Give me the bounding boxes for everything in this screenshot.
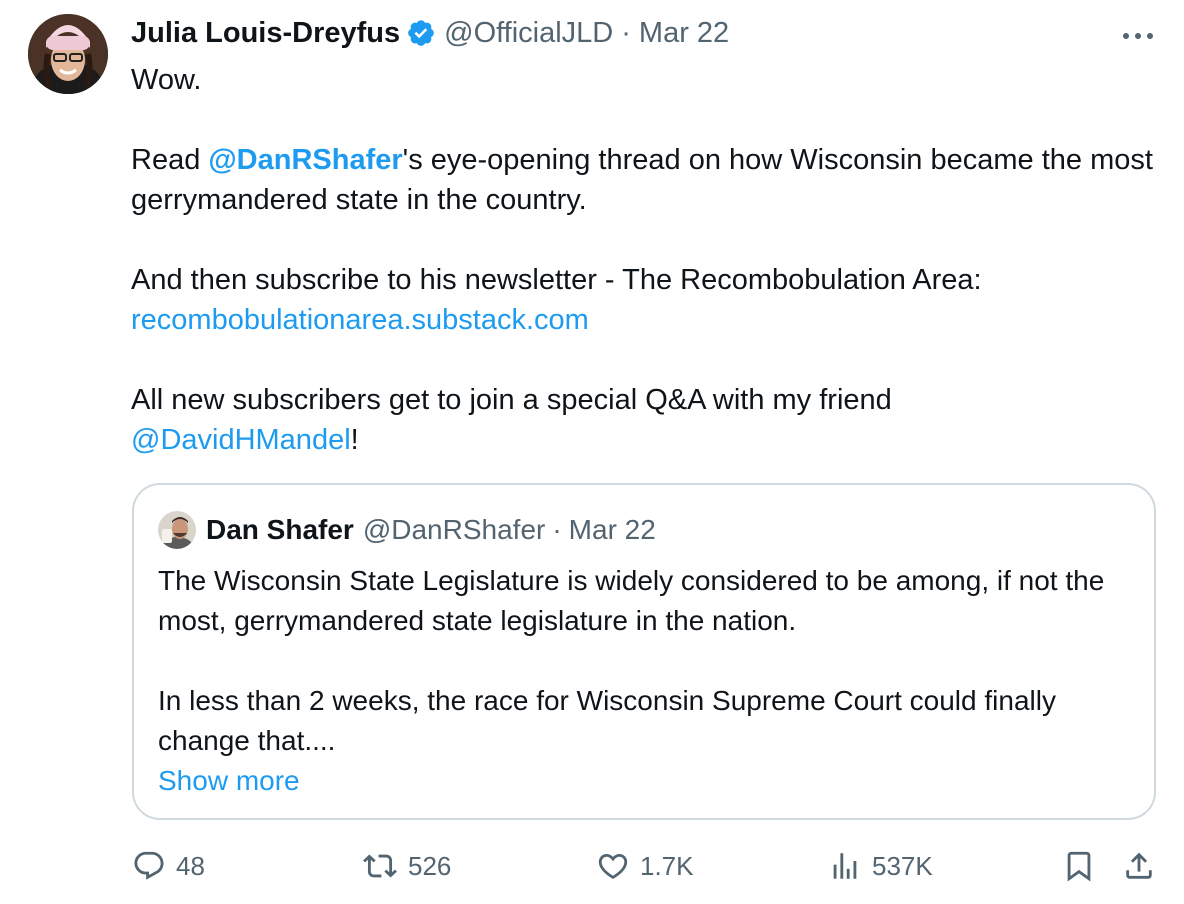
share-button[interactable] (1122, 840, 1156, 892)
separator-dot: · (552, 514, 562, 545)
like-count: 1.7K (640, 850, 694, 881)
quoted-author-handle[interactable]: @DanRShafer (363, 514, 546, 546)
more-options-icon[interactable] (1118, 24, 1158, 48)
quoted-tweet-text: The Wisconsin State Legislature is widel… (158, 561, 1138, 801)
text-segment: ! (350, 424, 359, 456)
tweet-paragraph-4: All new subscribers get to join a specia… (131, 380, 1161, 460)
views-button[interactable]: 537K (828, 840, 933, 892)
author-avatar[interactable] (28, 14, 108, 94)
quoted-author-avatar[interactable] (158, 511, 196, 549)
text-segment: Read (131, 144, 209, 176)
newsletter-link[interactable]: recombobulationarea.substack.com (131, 304, 589, 336)
repost-count: 526 (408, 850, 452, 881)
author-handle[interactable]: @OfficialJLD (444, 17, 613, 50)
reply-icon (132, 849, 166, 883)
text-segment: And then subscribe to his newsletter - T… (131, 264, 982, 296)
bookmark-icon (1062, 849, 1096, 883)
quoted-tweet-date[interactable]: Mar 22 (569, 514, 656, 546)
mention-link[interactable]: @DanRShafer (208, 144, 402, 176)
quoted-paragraph-1: The Wisconsin State Legislature is widel… (158, 565, 1105, 636)
repost-icon (362, 849, 398, 883)
reply-button[interactable]: 48 (132, 840, 205, 892)
tweet-action-bar: 48 526 1.7K 537K (0, 840, 1184, 892)
views-icon (828, 849, 862, 883)
like-button[interactable]: 1.7K (596, 840, 694, 892)
author-name[interactable]: Julia Louis-Dreyfus (131, 17, 400, 50)
mention-link[interactable]: @DavidHMandel (131, 424, 351, 456)
quoted-author-name[interactable]: Dan Shafer (206, 514, 354, 546)
show-more-link[interactable]: Show more (158, 761, 1138, 801)
heart-icon (596, 849, 630, 883)
views-count: 537K (872, 850, 933, 881)
tweet-line-1: Wow. (131, 64, 202, 96)
text-segment: All new subscribers get to join a specia… (131, 384, 892, 416)
tweet-text: Wow. Read @DanRShafer's eye-opening thre… (131, 60, 1161, 460)
quoted-paragraph-2: In less than 2 weeks, the race for Wisco… (158, 685, 1056, 756)
separator-dot: · (621, 16, 631, 49)
quoted-tweet-header: Dan Shafer @DanRShafer · Mar 22 (158, 510, 656, 550)
tweet-paragraph-3: And then subscribe to his newsletter - T… (131, 260, 1161, 340)
reply-count: 48 (176, 850, 205, 881)
bookmark-button[interactable] (1062, 840, 1096, 892)
quoted-tweet-card[interactable]: Dan Shafer @DanRShafer · Mar 22 The Wisc… (132, 483, 1156, 820)
tweet-header: Julia Louis-Dreyfus @OfficialJLD · Mar 2… (131, 12, 729, 54)
tweet-paragraph-2: Read @DanRShafer's eye-opening thread on… (131, 140, 1161, 220)
repost-button[interactable]: 526 (362, 840, 451, 892)
verified-badge-icon[interactable] (406, 18, 436, 48)
share-icon (1122, 849, 1156, 883)
tweet-date[interactable]: Mar 22 (639, 17, 729, 50)
